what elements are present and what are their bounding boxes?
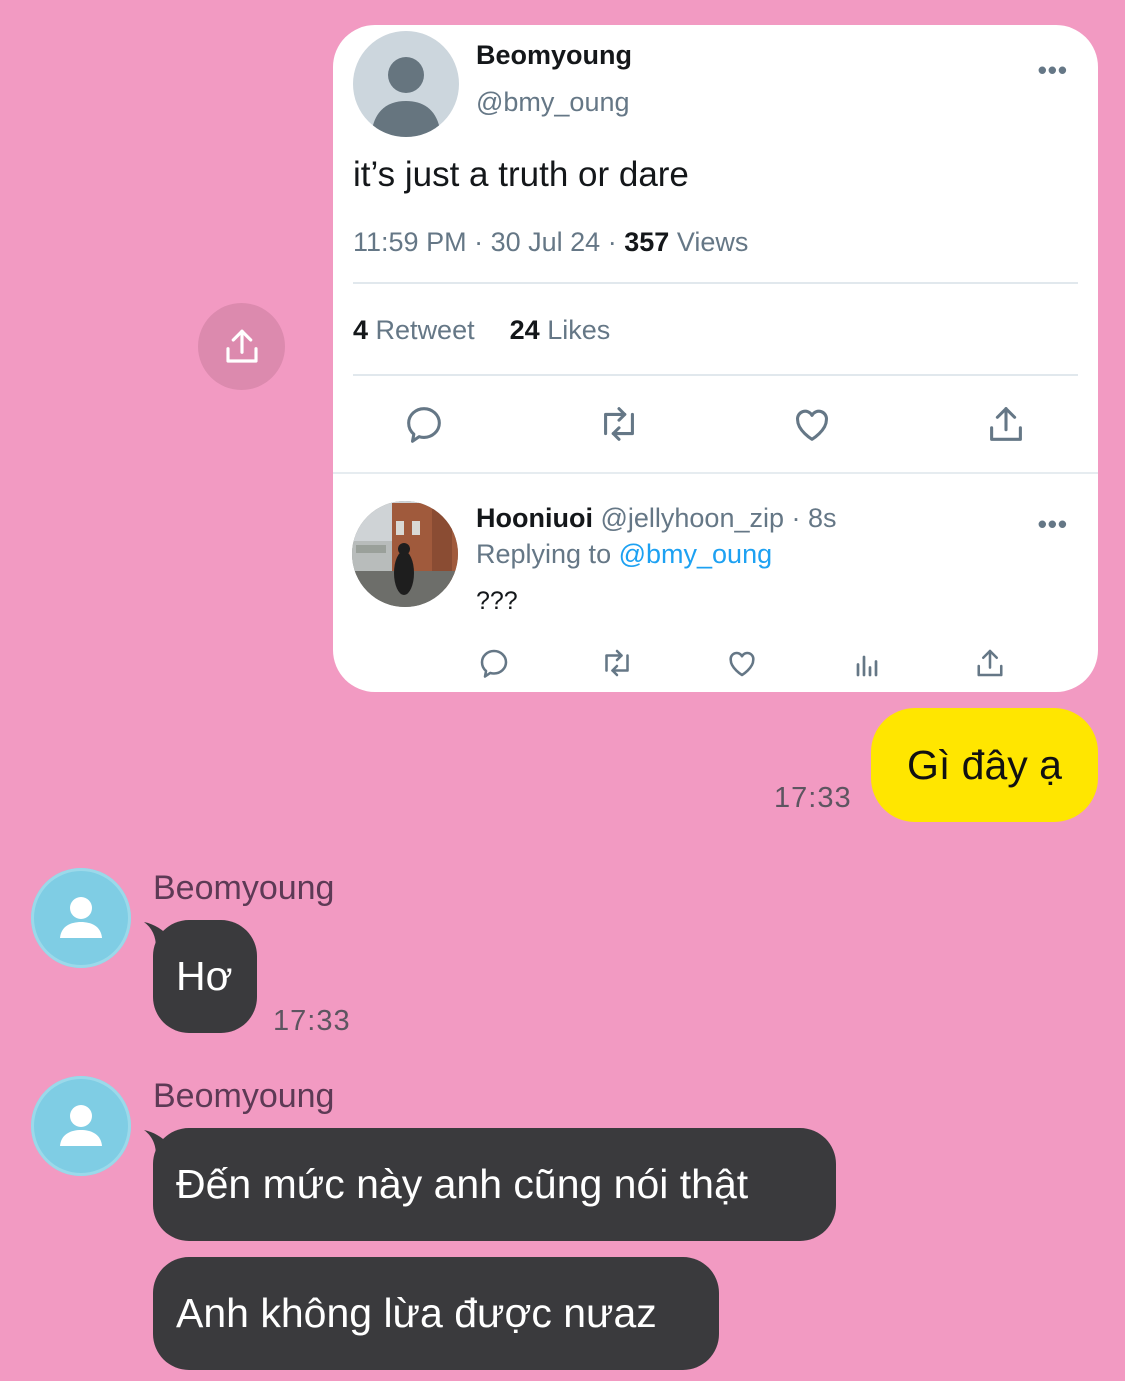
person-icon bbox=[60, 1105, 102, 1146]
reply-icon[interactable] bbox=[401, 401, 447, 447]
tweet-time: 11:59 PM bbox=[353, 227, 467, 257]
message-time: 17:33 bbox=[774, 782, 852, 814]
like-icon[interactable] bbox=[724, 645, 760, 681]
tweet-author-handle[interactable]: @bmy_oung bbox=[476, 87, 630, 118]
reply-age: · 8s bbox=[791, 503, 837, 533]
divider bbox=[353, 282, 1078, 284]
retweets-label[interactable]: Retweet bbox=[376, 315, 475, 345]
received-message-bubble[interactable]: Hơ bbox=[153, 920, 257, 1033]
message-time: 17:33 bbox=[273, 1005, 351, 1037]
more-icon[interactable]: ••• bbox=[1038, 509, 1068, 540]
avatar[interactable] bbox=[31, 1076, 131, 1176]
meta-separator: · bbox=[474, 227, 484, 257]
tweet-author-name[interactable]: Beomyoung bbox=[476, 40, 632, 71]
meta-separator: · bbox=[607, 227, 617, 257]
share-icon bbox=[225, 329, 258, 363]
reply-text: ??? bbox=[476, 587, 518, 615]
tweet-date: 30 Jul 24 bbox=[490, 227, 601, 257]
divider bbox=[333, 472, 1098, 474]
retweet-icon[interactable] bbox=[599, 645, 635, 681]
views-label: Views bbox=[676, 227, 749, 257]
sent-message-bubble[interactable]: Gì đây ạ bbox=[871, 708, 1098, 822]
tweet-stats: 4 Retweet 24 Likes bbox=[353, 315, 610, 346]
replying-to: Replying to @bmy_oung bbox=[476, 539, 772, 570]
more-icon[interactable]: ••• bbox=[1038, 55, 1068, 86]
share-icon[interactable] bbox=[972, 645, 1008, 681]
likes-label[interactable]: Likes bbox=[547, 315, 610, 345]
views-icon[interactable] bbox=[849, 645, 885, 681]
replying-prefix: Replying to bbox=[476, 539, 612, 569]
sender-name: Beomyoung bbox=[153, 1077, 335, 1115]
reply-icon[interactable] bbox=[476, 645, 512, 681]
reply-author-avatar[interactable] bbox=[352, 501, 458, 607]
tweet-text: it’s just a truth or dare bbox=[353, 155, 689, 194]
reply-author-handle[interactable]: @jellyhoon_zip bbox=[600, 503, 784, 533]
replying-handle-link[interactable]: @bmy_oung bbox=[619, 539, 773, 569]
person-icon bbox=[371, 57, 441, 137]
avatar-photo-image bbox=[352, 501, 458, 607]
reply-author-name[interactable]: Hooniuoi bbox=[476, 503, 593, 533]
share-icon[interactable] bbox=[983, 401, 1029, 447]
tweet-meta: 11:59 PM · 30 Jul 24 · 357 Views bbox=[353, 227, 748, 258]
tweet-author-avatar[interactable] bbox=[353, 31, 459, 137]
reply-header: Hooniuoi @jellyhoon_zip · 8s bbox=[476, 503, 837, 534]
sender-name: Beomyoung bbox=[153, 869, 335, 907]
person-icon bbox=[60, 897, 102, 938]
share-button[interactable] bbox=[198, 303, 285, 390]
received-message-bubble[interactable]: Anh không lừa được nưaz bbox=[153, 1257, 719, 1370]
retweet-icon[interactable] bbox=[596, 401, 642, 447]
like-icon[interactable] bbox=[789, 401, 835, 447]
retweets-count[interactable]: 4 bbox=[353, 315, 368, 345]
views-count: 357 bbox=[624, 227, 670, 257]
divider bbox=[353, 374, 1078, 376]
received-message-bubble[interactable]: Đến mức này anh cũng nói thật bbox=[153, 1128, 836, 1241]
likes-count[interactable]: 24 bbox=[510, 315, 540, 345]
tweet-card[interactable]: Beomyoung @bmy_oung ••• it’s just a trut… bbox=[333, 25, 1098, 692]
avatar[interactable] bbox=[31, 868, 131, 968]
